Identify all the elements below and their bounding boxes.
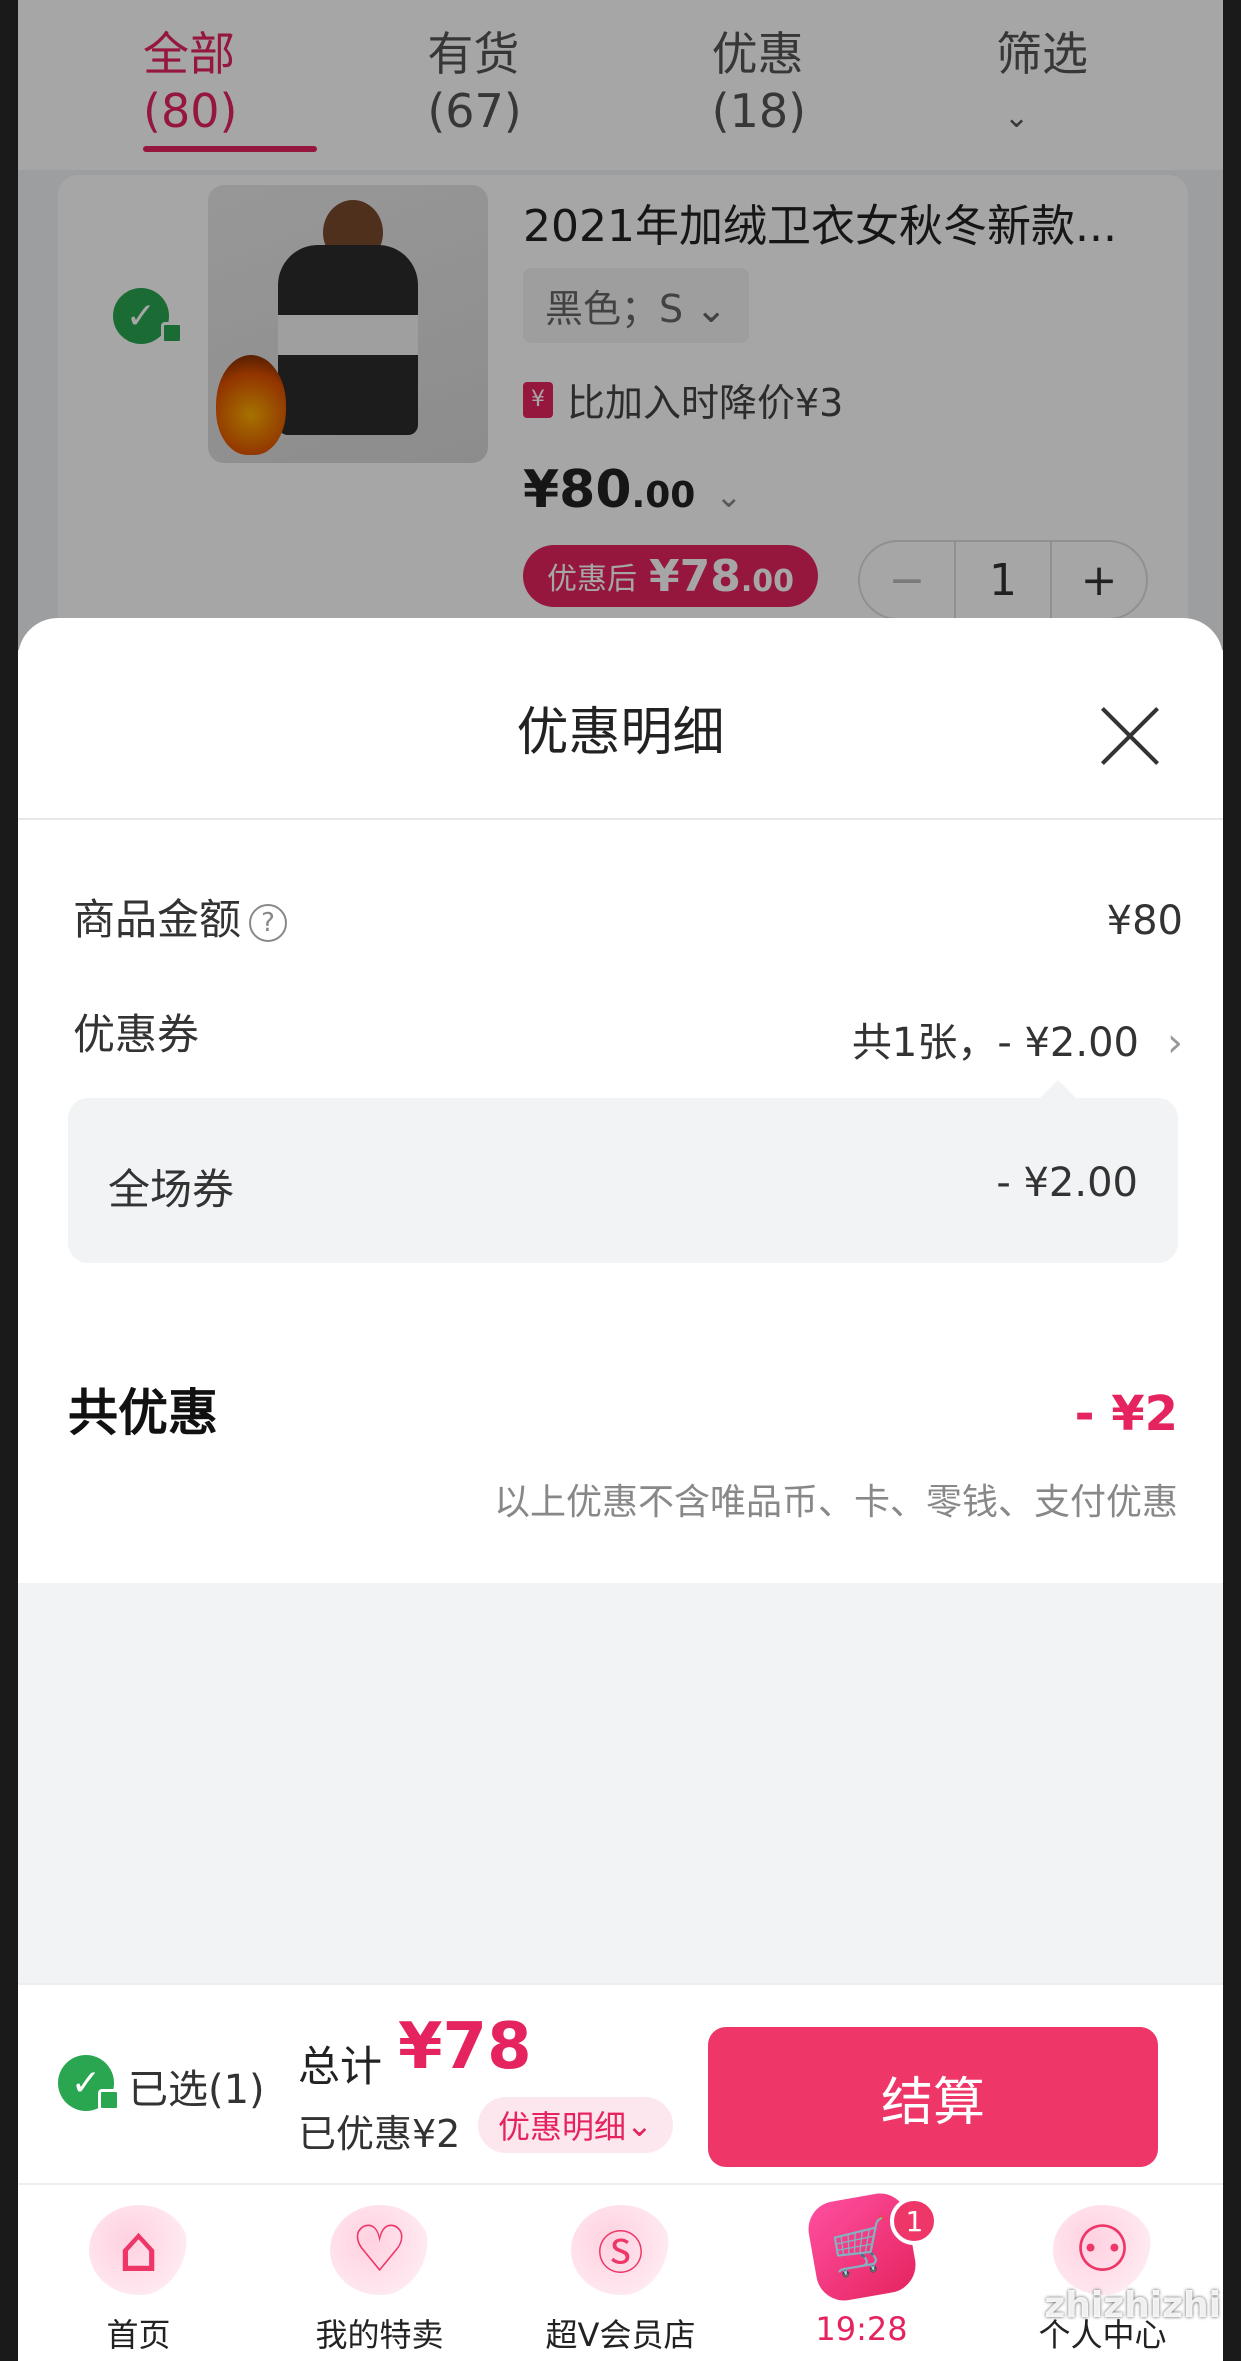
nav-profile[interactable]: ⚇ 个人中心 — [982, 2185, 1223, 2361]
nav-home-label: 首页 — [106, 2316, 171, 2354]
selected-count: 已选(1) — [128, 2067, 265, 2113]
coupon-value: 共1张，- ¥2.00 — [851, 1020, 1139, 1066]
heart-icon: ♡ — [329, 2205, 430, 2295]
discount-detail-label: 优惠明细 — [498, 2108, 627, 2146]
sheet-title: 优惠明细 — [516, 703, 725, 763]
coupon-row[interactable]: 共1张，- ¥2.00 › — [852, 1010, 1183, 1068]
vip-store-icon: Ⓢ — [570, 2205, 671, 2295]
total-discount-value: - ¥2 — [1074, 1386, 1178, 1442]
goods-amount-value: ¥80 — [1106, 898, 1183, 944]
divider — [18, 818, 1223, 820]
nav-cart-label: 19:28 — [815, 2310, 908, 2348]
lock-icon — [98, 2089, 120, 2111]
discount-note: 以上优惠不含唯品币、卡、零钱、支付优惠 — [493, 1482, 1178, 1523]
watermark: zhizhizhi — [1044, 2285, 1221, 2326]
coupon-label: 优惠券 — [73, 1010, 200, 1059]
coupon-item-value: - ¥2.00 — [996, 1160, 1138, 1206]
checkout-bar: ✓ 已选(1) 总计 ¥78 已优惠¥2 优惠明细 ⌄ 结算 — [18, 1983, 1223, 2183]
nav-home[interactable]: ⌂ 首页 — [18, 2185, 259, 2361]
user-icon: ⚇ — [1052, 2205, 1153, 2295]
goods-amount-label: 商品金额? — [73, 886, 288, 947]
total-label: 总计 — [298, 2042, 383, 2091]
home-icon: ⌂ — [88, 2205, 189, 2295]
total-discount-label: 共优惠 — [68, 1384, 218, 1442]
saved-amount: 已优惠¥2 — [298, 2112, 461, 2156]
nav-vip-store[interactable]: Ⓢ 超V会员店 — [500, 2185, 741, 2361]
nav-vip-store-label: 超V会员店 — [545, 2316, 696, 2354]
cart-badge: 1 — [890, 2197, 939, 2245]
nav-cart[interactable]: 🛒 1 19:28 — [741, 2185, 982, 2361]
checkout-button[interactable]: 结算 — [708, 2027, 1158, 2167]
coupon-item-label: 全场券 — [108, 1165, 235, 1214]
discount-detail-button[interactable]: 优惠明细 ⌄ — [478, 2097, 673, 2153]
nav-my-sale-label: 我的特卖 — [315, 2316, 444, 2354]
help-icon[interactable]: ? — [249, 903, 288, 942]
nav-my-sale[interactable]: ♡ 我的特卖 — [259, 2185, 500, 2361]
modal-backdrop[interactable] — [18, 0, 1223, 650]
close-icon[interactable] — [1097, 703, 1163, 769]
discount-detail-sheet: 优惠明细 商品金额? ¥80 优惠券 共1张，- ¥2.00 › 全场券 - ¥2… — [18, 618, 1223, 1583]
total-value: ¥78 — [398, 2010, 532, 2084]
cart-screen: 全部(80) 有货(67) 优惠(18) 筛选⌄ ✓ 2021年加绒卫衣女秋冬新… — [18, 0, 1223, 2361]
chevron-down-icon: ⌄ — [626, 2106, 653, 2144]
coupon-detail-box: 全场券 - ¥2.00 — [68, 1080, 1178, 1263]
chevron-right-icon: › — [1167, 1020, 1183, 1066]
bottom-nav: ⌂ 首页 ♡ 我的特卖 Ⓢ 超V会员店 🛒 1 19:28 ⚇ 个人中心 — [18, 2183, 1223, 2361]
